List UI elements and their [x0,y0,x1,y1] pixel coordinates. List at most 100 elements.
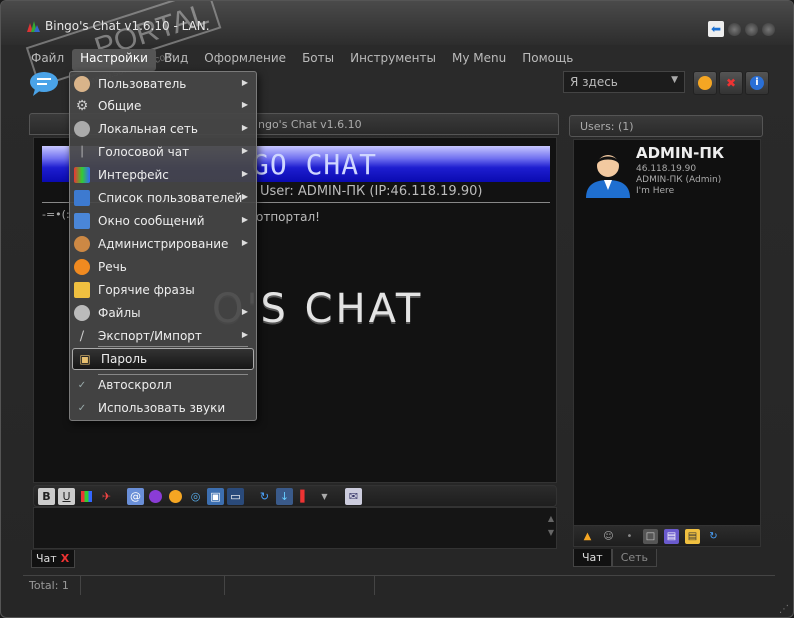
users-list[interactable]: ADMIN-ПК 46.118.19.90 ADMIN-ПК (Admin) I… [573,139,761,541]
menu-item-speech[interactable]: Речь [70,256,256,278]
menu-item-voice-chat[interactable]: │ Голосовой чат ▶ [70,141,256,163]
menu-item-user-list[interactable]: Список пользователей ▶ [70,187,256,209]
format-toolbar: B U ✈ @ ◎ ▣ ▭ ↻ ↓ ▌ ▼ ✉ [33,485,557,507]
bookmark-button[interactable]: ▌ [296,488,313,505]
users-panel: Users: (1) ADMIN-ПК 46.118.19.90 ADMIN-П… [569,115,763,567]
calendar-icon[interactable]: ▤ [664,528,679,544]
emoticon-button[interactable] [167,488,184,505]
menu-separator [98,346,248,347]
at-button[interactable]: @ [127,487,144,505]
menu-item-export-import[interactable]: ∕ Экспорт/Импорт ▶ [70,325,256,347]
menu-item-message-window[interactable]: Окно сообщений ▶ [70,210,256,232]
close-tab-icon[interactable]: X [61,552,69,565]
menu-item-hot-phrases[interactable]: Горячие фразы [70,279,256,301]
maximize-button[interactable] [745,23,758,36]
bold-button[interactable]: B [38,487,55,505]
menu-item-lan[interactable]: Локальная сеть ▶ [70,118,256,140]
menu-item-label: Интерфейс [98,168,169,182]
smiley-button[interactable] [693,71,717,95]
note-icon[interactable]: ▤ [685,528,700,544]
status-segment [225,576,375,595]
chat-tab-caption: ngo's Chat v1.6.10 [258,118,362,131]
menu-bots[interactable]: Боты [294,49,342,71]
menu-settings[interactable]: Настройки [72,49,156,71]
menu-appearance[interactable]: Оформление [196,49,294,71]
menu-file[interactable]: Файл [23,49,72,71]
submenu-arrow-icon: ▶ [241,123,248,132]
chevron-down-icon[interactable]: ▼ [316,488,333,505]
globe-button[interactable]: ◎ [187,488,204,505]
menu-item-files[interactable]: Файлы ▶ [70,302,256,324]
input-scrollbar[interactable]: ▲ ▼ [548,512,554,540]
user-ip: 46.118.19.90 [636,164,697,174]
menu-item-password[interactable]: ▣ Пароль [72,348,254,370]
lock-icon: ▣ [79,352,91,366]
menu-item-label: Голосовой чат [98,145,190,159]
toolbar-separator [247,488,253,505]
menu-item-label: Файлы [98,306,141,320]
menu-item-interface[interactable]: Интерфейс ▶ [70,164,256,186]
send-button[interactable]: ✉ [345,487,362,505]
menu-item-label: Горячие фразы [98,283,195,297]
message-input[interactable]: ▲ ▼ [33,507,557,549]
toolbar-separator [336,488,342,505]
resize-grip-icon[interactable]: ⋰ [779,604,789,615]
chat-tab[interactable]: Чат X [31,550,75,568]
user-avatar-icon [586,155,630,198]
refresh-button[interactable]: ↻ [256,488,273,505]
user-role: ADMIN-ПК (Admin) [636,175,722,185]
alert-icon[interactable]: ▲ [580,529,595,544]
card-button[interactable]: ▭ [227,487,244,505]
user-name[interactable]: ADMIN-ПК [636,144,724,162]
files-icon [74,305,90,321]
submenu-arrow-icon: ▶ [241,78,248,87]
download-button[interactable]: ↓ [276,487,293,505]
voice-user-icon[interactable]: ☺ [601,529,616,544]
menu-help[interactable]: Помощь [514,49,581,71]
menu-item-use-sounds[interactable]: ✓ Использовать звуки [70,397,256,419]
image-button[interactable]: ▣ [207,487,224,505]
microphone-icon[interactable]: • [622,529,637,544]
menu-item-label: Список пользователей [98,191,243,205]
menu-item-label: Общие [98,99,142,113]
user-icon [74,76,90,92]
menu-tools[interactable]: Инструменты [342,49,444,71]
admin-icon [74,236,90,252]
speech-icon [74,259,90,275]
menu-item-autoscroll[interactable]: ✓ Автоскролл [70,374,256,396]
menu-my-menu[interactable]: My Menu [444,49,514,71]
tab-network[interactable]: Сеть [611,549,658,567]
menu-view[interactable]: Вид [156,49,196,71]
purple-ball-button[interactable] [147,488,164,505]
info-button[interactable]: i [745,71,769,95]
refresh-icon[interactable]: ↻ [706,529,721,544]
monitor-icon[interactable]: □ [643,528,658,544]
menu-bar: Файл Настройки Вид Оформление Боты Инстр… [23,49,581,71]
menu-item-administration[interactable]: Администрирование ▶ [70,233,256,255]
menu-item-label: Использовать звуки [98,401,226,415]
color-grid-button[interactable] [78,488,95,505]
status-value: Я здесь [570,75,618,89]
title-bar[interactable]: Bingo's Chat v1.6.10 - LAN. PORTAL www.s… [1,1,793,88]
status-segment [81,576,225,595]
menu-item-label: Окно сообщений [98,214,205,228]
banner-text: GO CHAT [252,148,378,181]
rocket-button[interactable]: ✈ [98,488,115,505]
tab-chat[interactable]: Чат [573,549,612,567]
checkmark-icon: ✓ [77,379,87,391]
welcome-message: отпортал! [256,210,320,224]
underline-button[interactable]: U [58,487,75,505]
info-icon: i [750,76,764,90]
pin-button[interactable]: ⬅ [708,21,724,37]
status-dropdown[interactable]: Я здесь ▼ [563,71,685,93]
color-grid-icon [81,490,92,502]
menu-item-user[interactable]: Пользователь ▶ [70,73,256,95]
minimize-button[interactable] [728,23,741,36]
submenu-arrow-icon: ▶ [241,215,248,224]
welcome-prefix: -=•(: [42,208,70,221]
menu-item-label: Речь [98,260,127,274]
close-button[interactable] [762,23,775,36]
menu-item-general[interactable]: ⚙ Общие ▶ [70,95,256,117]
user-info-line: User: ADMIN-ПК (IP:46.118.19.90) [260,184,483,199]
tools-button[interactable]: ✖ [719,71,743,95]
